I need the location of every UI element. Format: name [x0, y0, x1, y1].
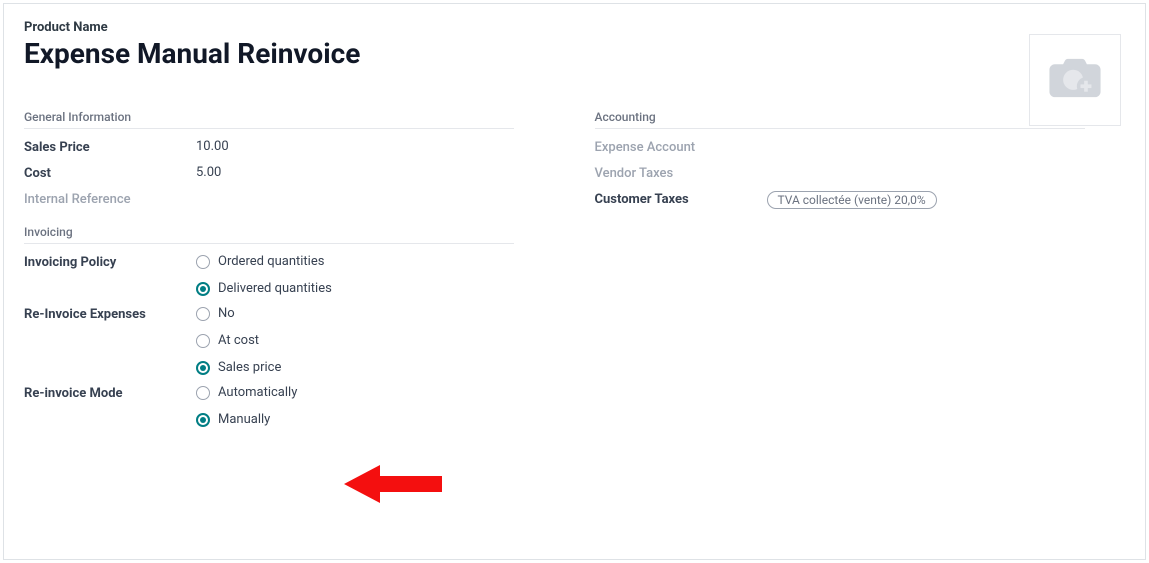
- radio-label: At cost: [218, 333, 259, 348]
- section-general-title: General Information: [24, 110, 514, 129]
- radio-label: Automatically: [218, 385, 297, 400]
- left-column: General Information Sales Price 10.00 Co…: [24, 100, 555, 437]
- radio-unchecked-icon: [196, 255, 210, 269]
- expense-account-label: Expense Account: [595, 139, 767, 155]
- section-accounting-title: Accounting: [595, 110, 1085, 129]
- radio-label: Ordered quantities: [218, 254, 324, 269]
- radio-reinvoice-salesprice[interactable]: Sales price: [196, 360, 281, 375]
- radio-checked-icon: [196, 282, 210, 296]
- reinvoice-mode-label: Re-invoice Mode: [24, 385, 196, 401]
- product-name-label: Product Name: [24, 20, 1125, 35]
- right-column: Accounting Expense Account Vendor Taxes …: [595, 100, 1126, 437]
- radio-unchecked-icon: [196, 307, 210, 321]
- product-image-placeholder[interactable]: [1029, 34, 1121, 126]
- radio-reinvoice-no[interactable]: No: [196, 306, 281, 321]
- radio-reinvoice-atcost[interactable]: At cost: [196, 333, 281, 348]
- radio-invoicing-delivered[interactable]: Delivered quantities: [196, 281, 332, 296]
- camera-plus-icon: [1047, 57, 1103, 103]
- radio-unchecked-icon: [196, 386, 210, 400]
- section-invoicing-title: Invoicing: [24, 225, 514, 244]
- internal-reference-label: Internal Reference: [24, 191, 196, 207]
- radio-label: No: [218, 306, 235, 321]
- arrow-annotation-icon: [344, 461, 444, 507]
- reinvoice-expenses-label: Re-Invoice Expenses: [24, 306, 196, 322]
- radio-label: Manually: [218, 412, 270, 427]
- radio-mode-auto[interactable]: Automatically: [196, 385, 297, 400]
- radio-checked-icon: [196, 361, 210, 375]
- vendor-taxes-label: Vendor Taxes: [595, 165, 767, 181]
- sales-price-value[interactable]: 10.00: [196, 139, 229, 154]
- radio-label: Delivered quantities: [218, 281, 332, 296]
- invoicing-policy-label: Invoicing Policy: [24, 254, 196, 270]
- customer-taxes-label: Customer Taxes: [595, 191, 767, 207]
- radio-unchecked-icon: [196, 334, 210, 348]
- radio-invoicing-ordered[interactable]: Ordered quantities: [196, 254, 332, 269]
- customer-taxes-tag[interactable]: TVA collectée (vente) 20,0%: [767, 191, 937, 209]
- cost-value[interactable]: 5.00: [196, 165, 221, 180]
- sales-price-label: Sales Price: [24, 139, 196, 155]
- product-form-card: Product Name Expense Manual Reinvoice Ge…: [3, 3, 1146, 560]
- cost-label: Cost: [24, 165, 196, 181]
- radio-label: Sales price: [218, 360, 281, 375]
- radio-mode-manual[interactable]: Manually: [196, 412, 297, 427]
- product-name-value[interactable]: Expense Manual Reinvoice: [24, 37, 1125, 70]
- radio-checked-icon: [196, 413, 210, 427]
